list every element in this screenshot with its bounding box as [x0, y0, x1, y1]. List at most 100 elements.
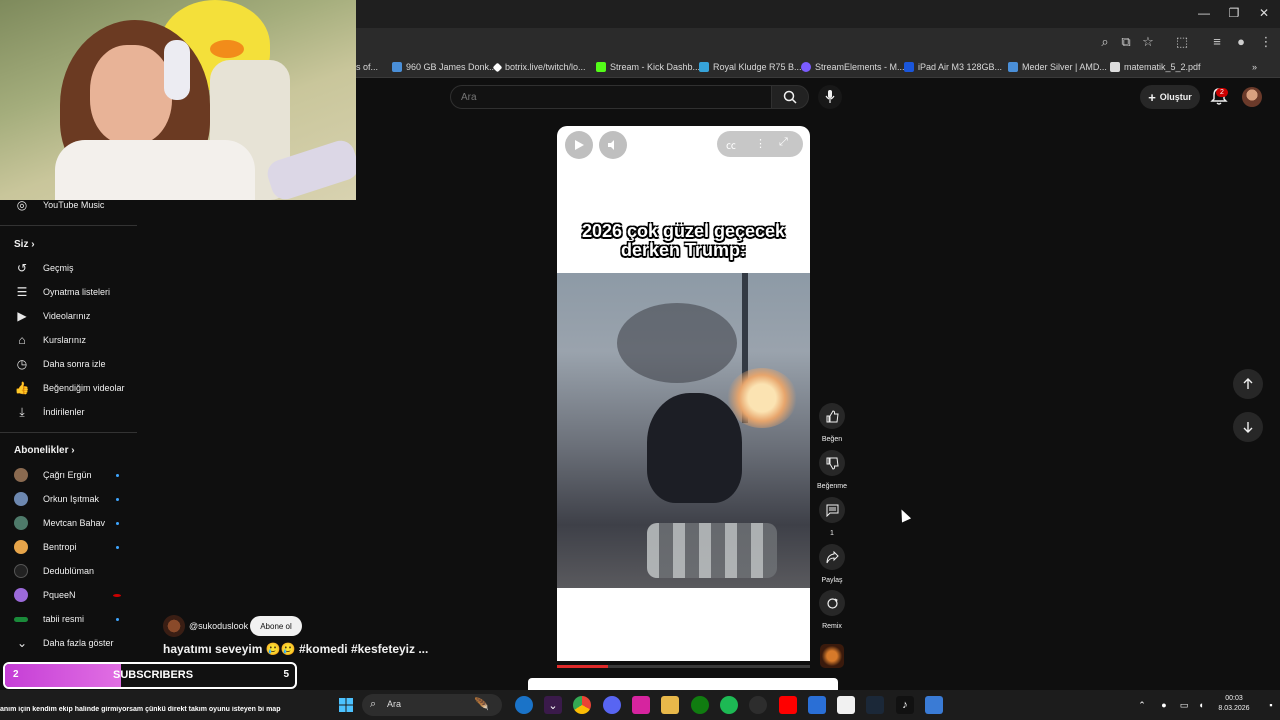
sidebar-item-history[interactable]: ↺ Geçmiş — [0, 257, 137, 279]
subscribe-button[interactable]: Abone ol — [250, 616, 302, 636]
sidebar-item-watch-later[interactable]: ◷ Daha sonra izle — [0, 353, 137, 375]
network-icon[interactable]: ▭ — [1175, 696, 1193, 714]
chevron-right-icon: › — [71, 445, 75, 456]
extensions-icon[interactable]: ⬚ — [1174, 34, 1190, 50]
profile-icon[interactable]: ● — [1233, 34, 1249, 50]
bookmark-item[interactable]: matematik_5_2.pdf — [1110, 60, 1201, 74]
instagram-icon[interactable] — [632, 696, 650, 714]
tray-chevron-icon[interactable]: ⌃ — [1133, 696, 1151, 714]
bookmark-item[interactable]: Stream - Kick Dashb... — [596, 60, 700, 74]
shorts-player[interactable]: ㏄ ⋮ ⤢ 2026 çok güzel geçecek derken Trum… — [557, 126, 810, 661]
play-button[interactable] — [565, 131, 593, 159]
channel-avatar — [14, 540, 28, 554]
close-icon[interactable]: ✕ — [1254, 6, 1274, 22]
like-button[interactable]: Beğen — [815, 403, 849, 443]
channel-avatar — [14, 617, 28, 622]
sidebar-item-playlists[interactable]: ☰ Oynatma listeleri — [0, 281, 137, 303]
live-indicator-icon — [113, 593, 121, 597]
bookmark-item[interactable]: 960 GB James Donk... — [392, 60, 497, 74]
tiktok-icon[interactable]: ♪ — [896, 696, 914, 714]
sidebar-item-downloads[interactable]: ⤓ İndirilenler — [0, 401, 137, 423]
subscription-item[interactable]: Çağrı Ergün — [0, 464, 137, 486]
pdf-file-icon — [1110, 62, 1120, 72]
subscription-item[interactable]: PqueeN — [0, 584, 137, 606]
sidebar-section-you[interactable]: Siz › — [14, 239, 35, 250]
edge-icon[interactable] — [515, 696, 533, 714]
captions-icon[interactable]: ㏄ — [726, 137, 736, 152]
fullscreen-icon[interactable]: ⤢ — [779, 136, 788, 149]
playlist-icon: ☰ — [16, 285, 28, 299]
app-icon[interactable]: ⌄ — [544, 696, 562, 714]
bookmark-item[interactable]: iPad Air M3 128GB... — [904, 60, 1002, 74]
subscription-item[interactable]: tabii resmi — [0, 608, 137, 630]
previous-short-button[interactable] — [1233, 369, 1263, 399]
sidebar-item-liked-videos[interactable]: 👍 Beğendiğim videolar — [0, 377, 137, 399]
remix-icon — [819, 590, 845, 616]
more-options-icon[interactable]: ⋮ — [755, 137, 766, 150]
bookmark-item[interactable]: StreamElements - M... — [801, 60, 905, 74]
comment-icon — [819, 497, 845, 523]
create-button[interactable]: + Oluştur — [1140, 85, 1200, 109]
remix-button[interactable]: Remix — [815, 590, 849, 630]
chrome-icon[interactable] — [573, 696, 591, 714]
xbox-icon[interactable] — [691, 696, 709, 714]
streamelements-icon — [801, 62, 811, 72]
goal-target: 5 — [283, 669, 289, 680]
subscription-item[interactable]: Dedublüman — [0, 560, 137, 582]
channel-handle[interactable]: @sukoduslook — [189, 621, 248, 631]
dislike-button[interactable]: Beğenme — [815, 450, 849, 490]
mute-button[interactable] — [599, 131, 627, 159]
bookmark-item[interactable]: botrix.live/twitch/lo... — [492, 60, 586, 74]
file-explorer-icon[interactable] — [661, 696, 679, 714]
bookmark-item[interactable]: Meder Silver | AMD... — [1008, 60, 1107, 74]
volume-icon[interactable]: ◖ — [1192, 696, 1210, 714]
sound-thumbnail[interactable] — [820, 644, 844, 668]
app-icon[interactable] — [925, 696, 943, 714]
app-icon[interactable] — [808, 696, 826, 714]
search-box[interactable] — [450, 85, 772, 109]
video-progress-fill — [557, 665, 608, 668]
search-button[interactable] — [771, 85, 809, 109]
explosion — [727, 368, 797, 428]
taskbar-search[interactable]: ⌕ Ara 🪶 — [362, 694, 502, 716]
restore-icon[interactable]: ❐ — [1224, 6, 1244, 22]
sidebar-item-courses[interactable]: ⌂ Kurslarınız — [0, 329, 137, 351]
bookmark-star-icon[interactable]: ☆ — [1140, 34, 1156, 50]
notification-center-icon[interactable]: ▪ — [1262, 696, 1280, 714]
thumbs-up-icon — [819, 403, 845, 429]
search-input[interactable] — [451, 86, 771, 108]
account-avatar[interactable] — [1242, 87, 1262, 107]
discord-icon[interactable] — [603, 696, 621, 714]
bookmark-item[interactable]: Royal Kludge R75 B... — [699, 60, 802, 74]
next-short-button[interactable] — [1233, 412, 1263, 442]
steam-icon[interactable] — [866, 696, 884, 714]
channel-avatar[interactable] — [163, 615, 185, 637]
microphone-icon[interactable]: ● — [1155, 696, 1173, 714]
bookmark-item[interactable]: s of... — [356, 60, 378, 74]
video-progress-bar[interactable] — [557, 665, 810, 668]
subscription-item[interactable]: Bentropi — [0, 536, 137, 558]
subscription-item[interactable]: Mevtcan Bahav — [0, 512, 137, 534]
windows-start-icon[interactable] — [337, 696, 355, 714]
show-more-button[interactable]: ⌄ Daha fazla göster — [0, 632, 137, 654]
chevron-down-icon: ⌄ — [16, 636, 28, 650]
remix-label: Remix — [822, 623, 842, 630]
sidebar-section-subscriptions[interactable]: Abonelikler › — [14, 445, 75, 456]
app-icon[interactable] — [749, 696, 767, 714]
minimize-icon[interactable]: — — [1194, 6, 1214, 22]
voice-search-button[interactable] — [818, 85, 842, 109]
spotify-icon[interactable] — [720, 696, 738, 714]
cast-icon[interactable]: ⧉ — [1118, 34, 1134, 50]
share-button[interactable]: Paylaş — [815, 544, 849, 584]
comments-button[interactable]: 1 — [815, 497, 849, 537]
sidebar-item-your-videos[interactable]: ▶ Videolarınız — [0, 305, 137, 327]
system-clock[interactable]: 00:03 8.03.2026 — [1214, 694, 1254, 714]
zoom-icon[interactable]: ⌕ — [1097, 34, 1113, 50]
short-title[interactable]: hayatımı seveyim 🥲🥲 #komedi #kesfeteyiz … — [163, 642, 428, 656]
subscription-item[interactable]: Orkun Işıtmak — [0, 488, 137, 510]
notepad-icon[interactable] — [837, 696, 855, 714]
youtube-icon[interactable] — [779, 696, 797, 714]
media-icon[interactable]: ≡ — [1209, 34, 1225, 50]
more-bookmarks-icon[interactable]: » — [1252, 60, 1257, 74]
menu-icon[interactable]: ⋮ — [1258, 34, 1274, 50]
